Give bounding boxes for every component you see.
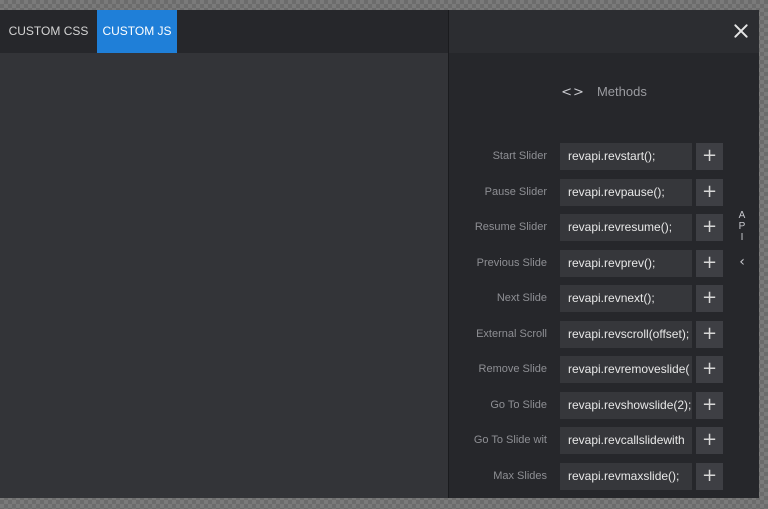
editor-tab-bar: CUSTOM CSS CUSTOM JS: [0, 10, 448, 53]
method-row: Next Slide revapi.revnext(); +: [449, 285, 759, 312]
method-row: Start Slider revapi.revstart(); +: [449, 143, 759, 170]
tab-custom-js[interactable]: CUSTOM JS: [97, 10, 177, 53]
methods-title: Methods: [596, 84, 647, 99]
method-code-field[interactable]: revapi.revcallslidewith: [560, 427, 692, 454]
api-letter: I: [740, 232, 744, 243]
method-row: Previous Slide revapi.revprev(); +: [449, 249, 759, 277]
method-label: External Scroll: [476, 327, 547, 340]
method-code-field[interactable]: revapi.revremoveslide(: [560, 356, 692, 383]
method-row: Pause Slider revapi.revpause(); +: [449, 178, 759, 206]
method-row: Go To Slide revapi.revshowslide(2); +: [449, 391, 759, 419]
close-icon[interactable]: [731, 21, 751, 41]
add-method-button[interactable]: +: [696, 143, 723, 170]
add-method-button[interactable]: +: [696, 427, 723, 454]
api-methods-panel: <> Methods Start Slider revapi.revstart()…: [448, 10, 759, 498]
add-method-button[interactable]: +: [696, 178, 723, 206]
method-code-field[interactable]: revapi.revpause();: [560, 178, 692, 206]
method-row: Resume Slider revapi.revresume(); +: [449, 214, 759, 241]
method-label: Go To Slide: [490, 398, 547, 411]
add-method-button[interactable]: +: [696, 214, 723, 241]
add-method-button[interactable]: +: [696, 356, 723, 383]
method-code-field[interactable]: revapi.revscroll(offset);: [560, 320, 692, 348]
add-method-button[interactable]: +: [696, 249, 723, 277]
js-code-area[interactable]: [0, 53, 448, 498]
method-code-field[interactable]: revapi.revresume();: [560, 214, 692, 241]
add-method-button[interactable]: +: [696, 320, 723, 348]
custom-code-editor: CUSTOM CSS CUSTOM JS: [0, 10, 448, 498]
method-label: Max Slides: [493, 469, 547, 482]
method-row: External Scroll revapi.revscroll(offset)…: [449, 320, 759, 348]
method-label: Remove Slide: [478, 363, 547, 375]
chevron-left-icon[interactable]: ‹: [735, 255, 749, 269]
method-code-field[interactable]: revapi.revprev();: [560, 249, 692, 277]
method-code-field[interactable]: revapi.revnext();: [560, 285, 692, 312]
method-row: Remove Slide revapi.revremoveslide( +: [449, 356, 759, 383]
api-side-tab-label: A P I: [735, 210, 749, 243]
panel-header: [449, 10, 759, 53]
method-label: Pause Slider: [484, 185, 547, 198]
methods-heading: <> Methods: [449, 84, 759, 106]
method-label: Previous Slide: [476, 256, 547, 269]
api-letter: P: [738, 221, 746, 232]
method-code-field[interactable]: revapi.revmaxslide();: [560, 462, 692, 490]
method-code-field[interactable]: revapi.revstart();: [560, 143, 692, 170]
method-label: Go To Slide wit: [473, 434, 547, 446]
add-method-button[interactable]: +: [696, 462, 723, 490]
method-label: Resume Slider: [474, 221, 547, 233]
method-label: Start Slider: [492, 150, 547, 162]
method-row: Go To Slide wit revapi.revcallslidewith …: [449, 427, 759, 454]
method-label: Next Slide: [496, 292, 547, 304]
method-code-field[interactable]: revapi.revshowslide(2);: [560, 391, 692, 419]
api-letter: A: [738, 210, 746, 221]
tab-custom-css[interactable]: CUSTOM CSS: [0, 10, 97, 53]
method-row: Max Slides revapi.revmaxslide(); +: [449, 462, 759, 490]
code-icon: <>: [561, 85, 585, 100]
add-method-button[interactable]: +: [696, 391, 723, 419]
add-method-button[interactable]: +: [696, 285, 723, 312]
api-side-tab[interactable]: A P I ‹: [735, 210, 749, 290]
